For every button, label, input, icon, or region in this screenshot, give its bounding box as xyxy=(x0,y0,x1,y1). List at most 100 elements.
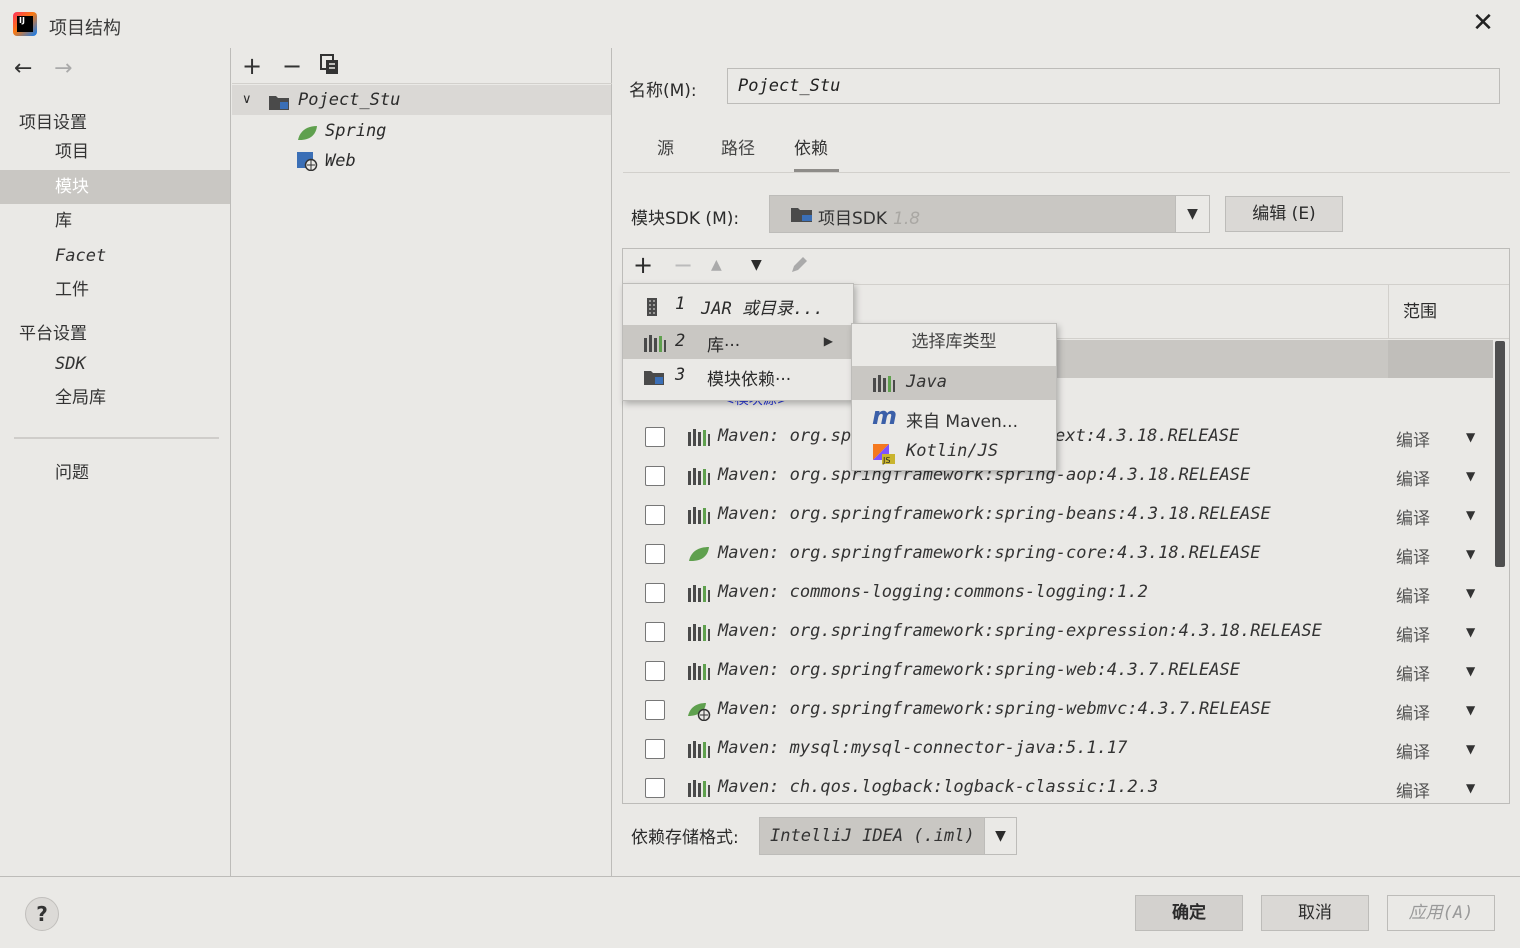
cancel-button[interactable]: 取消 xyxy=(1261,895,1369,931)
remove-icon[interactable]: − xyxy=(282,52,302,80)
dependency-name: Maven: org.springframework:spring-webmvc… xyxy=(718,699,1271,719)
library-icon xyxy=(687,779,711,799)
dependency-scope[interactable]: 编译 xyxy=(1396,699,1430,724)
add-dependency-icon[interactable]: + xyxy=(633,251,653,279)
dependency-scope[interactable]: 编译 xyxy=(1396,582,1430,607)
chevron-down-icon[interactable]: ▼ xyxy=(1466,742,1475,756)
dependency-scope[interactable]: 编译 xyxy=(1396,777,1430,802)
nav-item-global-libraries[interactable]: 全局库 xyxy=(0,381,230,415)
export-checkbox[interactable] xyxy=(645,700,665,720)
dependency-row[interactable]: Maven: org.spri ext:4.3.18.RELEASE 编译 ▼ xyxy=(623,418,1493,457)
export-checkbox[interactable] xyxy=(645,583,665,603)
chevron-down-icon[interactable]: ▼ xyxy=(1466,664,1475,678)
export-checkbox[interactable] xyxy=(645,661,665,681)
dependency-scope[interactable]: 编译 xyxy=(1396,660,1430,685)
chevron-down-icon[interactable]: ▼ xyxy=(1466,781,1475,795)
sdk-edit-button[interactable]: 编辑 (E) xyxy=(1225,196,1343,232)
move-up-icon[interactable]: ▲ xyxy=(711,257,722,273)
dependency-scope[interactable]: 编译 xyxy=(1396,465,1430,490)
library-icon xyxy=(687,584,711,604)
add-icon[interactable]: + xyxy=(242,52,262,80)
dependency-name: Maven: org.springframework:spring-beans:… xyxy=(718,504,1271,524)
chevron-down-icon[interactable]: ▼ xyxy=(1175,196,1209,232)
spring-leaf-icon xyxy=(687,545,711,565)
edit-pencil-icon[interactable] xyxy=(789,255,809,280)
dependency-row[interactable]: Maven: org.springframework:spring-webmvc… xyxy=(623,691,1493,730)
forward-arrow-icon[interactable]: → xyxy=(54,56,72,81)
export-checkbox[interactable] xyxy=(645,622,665,642)
export-checkbox[interactable] xyxy=(645,427,665,447)
library-icon xyxy=(687,467,711,487)
apply-button[interactable]: 应用(A) xyxy=(1387,895,1495,931)
export-checkbox[interactable] xyxy=(645,505,665,525)
export-checkbox[interactable] xyxy=(645,466,665,486)
dependency-row[interactable]: Maven: org.springframework:spring-aop:4.… xyxy=(623,457,1493,496)
dependency-name: Maven: org.spri xyxy=(718,426,872,446)
menu-item-module-dependency[interactable]: 3 模块依赖··· xyxy=(623,359,853,393)
tree-row-spring[interactable]: Spring xyxy=(232,116,611,146)
chevron-down-icon[interactable]: ▼ xyxy=(1466,547,1475,561)
dependency-row[interactable]: Maven: org.springframework:spring-expres… xyxy=(623,613,1493,652)
module-name-input[interactable]: Poject_Stu xyxy=(727,68,1500,104)
dependency-row[interactable]: Maven: ch.qos.logback:logback-classic:1.… xyxy=(623,769,1493,803)
library-type-maven[interactable]: m 来自 Maven... xyxy=(852,401,1056,435)
dependency-name-tail: ext:4.3.18.RELEASE xyxy=(1055,426,1240,446)
library-icon xyxy=(687,740,711,760)
ok-button[interactable]: 确定 xyxy=(1135,895,1243,931)
dependency-name: Maven: org.springframework:spring-expres… xyxy=(718,621,1322,641)
nav-item-sdk[interactable]: SDK xyxy=(0,347,230,381)
storage-format-select[interactable]: IntelliJ IDEA (.iml) ▼ xyxy=(759,817,1017,855)
chevron-down-icon[interactable]: ▼ xyxy=(1466,469,1475,483)
tree-row-module[interactable]: ∨ Poject_Stu xyxy=(232,85,611,115)
tab-dependencies[interactable]: 依赖 xyxy=(794,136,839,172)
move-down-icon[interactable]: ▼ xyxy=(751,257,762,273)
library-icon xyxy=(687,662,711,682)
dependency-scope[interactable]: 编译 xyxy=(1396,621,1430,646)
nav-item-artifacts[interactable]: 工件 xyxy=(0,273,230,307)
scrollbar[interactable] xyxy=(1495,341,1505,567)
sdk-folder-icon xyxy=(790,205,814,228)
nav-item-modules[interactable]: 模块 xyxy=(0,170,230,204)
nav-item-project[interactable]: 项目 xyxy=(0,135,230,169)
nav-item-libraries[interactable]: 库 xyxy=(0,204,230,238)
library-type-java[interactable]: Java xyxy=(852,366,1056,400)
dependency-row[interactable]: Maven: org.springframework:spring-web:4.… xyxy=(623,652,1493,691)
dependency-row[interactable]: Maven: org.springframework:spring-core:4… xyxy=(623,535,1493,574)
chevron-down-icon[interactable]: ▼ xyxy=(1466,508,1475,522)
nav-item-facets[interactable]: Facet xyxy=(0,239,230,273)
help-button[interactable]: ? xyxy=(25,897,59,931)
export-checkbox[interactable] xyxy=(645,739,665,759)
export-checkbox[interactable] xyxy=(645,544,665,564)
nav-item-problems[interactable]: 问题 xyxy=(0,456,230,490)
tree-row-web[interactable]: Web xyxy=(232,146,611,176)
tab-paths[interactable]: 路径 xyxy=(721,136,761,172)
dependency-row[interactable]: Maven: commons-logging:commons-logging:1… xyxy=(623,574,1493,613)
close-button[interactable]: ✕ xyxy=(1470,10,1496,36)
copy-icon[interactable] xyxy=(320,54,340,82)
dependency-row[interactable]: Maven: mysql:mysql-connector-java:5.1.17… xyxy=(623,730,1493,769)
menu-item-number: 2 xyxy=(675,331,686,351)
chevron-down-icon[interactable]: ▼ xyxy=(1466,703,1475,717)
dependency-row[interactable]: Maven: org.springframework:spring-beans:… xyxy=(623,496,1493,535)
dependency-scope[interactable]: 编译 xyxy=(1396,504,1430,529)
chevron-down-icon[interactable]: ▼ xyxy=(1466,430,1475,444)
tab-sources[interactable]: 源 xyxy=(657,136,687,172)
dependency-scope[interactable]: 编译 xyxy=(1396,426,1430,451)
library-type-kotlin-js[interactable]: JS Kotlin/JS xyxy=(852,435,1056,469)
dependency-scope[interactable]: 编译 xyxy=(1396,543,1430,568)
dependency-scope[interactable]: 编译 xyxy=(1396,738,1430,763)
back-arrow-icon[interactable]: ← xyxy=(14,56,32,81)
tree-module-label: Poject_Stu xyxy=(298,90,401,110)
menu-item-jar[interactable]: 1 JAR 或目录... xyxy=(623,288,853,322)
web-facet-icon xyxy=(296,151,318,181)
remove-dependency-icon[interactable]: − xyxy=(673,251,693,279)
menu-item-library[interactable]: 2 库··· ▶ xyxy=(623,325,853,359)
export-checkbox[interactable] xyxy=(645,778,665,798)
chevron-down-icon[interactable]: ∨ xyxy=(242,85,252,115)
chevron-down-icon[interactable]: ▼ xyxy=(984,818,1016,854)
module-sdk-select[interactable]: 项目SDK 1.8 ▼ xyxy=(769,195,1210,233)
svg-text:JS: JS xyxy=(882,456,890,465)
chevron-down-icon[interactable]: ▼ xyxy=(1466,586,1475,600)
chevron-down-icon[interactable]: ▼ xyxy=(1466,625,1475,639)
name-label: 名称(M): xyxy=(629,81,697,101)
